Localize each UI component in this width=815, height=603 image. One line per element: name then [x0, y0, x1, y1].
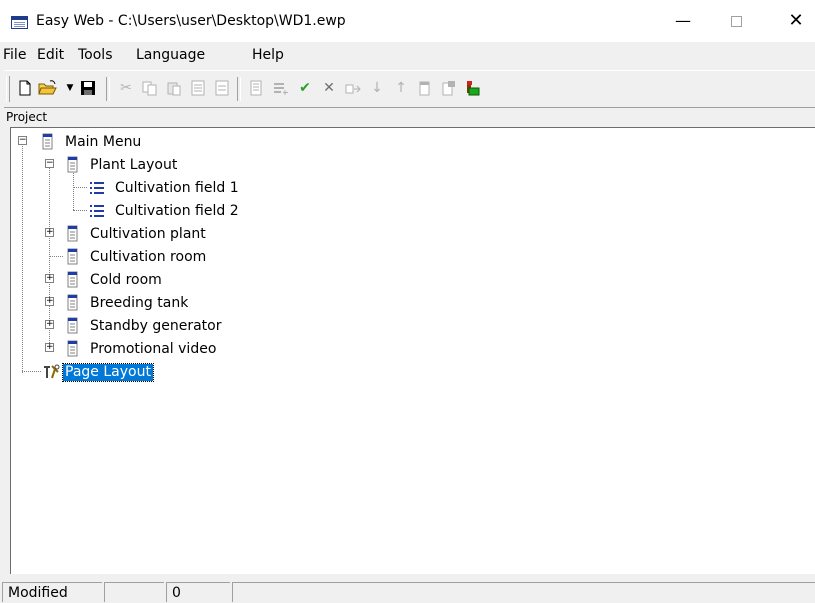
list-add-icon [274, 83, 288, 95]
remove-menu-button[interactable] [440, 79, 458, 97]
project-tree[interactable]: − Main Menu − Plant Layout Cultivation f… [10, 127, 815, 574]
toolbar-grip[interactable] [6, 76, 10, 102]
tools-icon [44, 364, 60, 379]
menu-icon [67, 271, 78, 288]
toolbar-separator [106, 77, 110, 101]
close-button[interactable]: ✕ [773, 0, 815, 42]
menu-help[interactable]: Help [252, 47, 284, 63]
properties-icon [250, 80, 262, 96]
tree-item-promotional-video[interactable]: + Promotional video [11, 339, 311, 359]
cut-button[interactable]: ✂ [117, 79, 135, 97]
maximize-button[interactable] [713, 0, 759, 42]
move-down-button[interactable]: ↓ [368, 79, 386, 97]
tree-item-cultivation-field-2[interactable]: Cultivation field 2 [11, 201, 311, 221]
tree-label: Standby generator [90, 318, 222, 334]
list-icon [90, 182, 104, 194]
menu-bar: File Edit Tools Language Help [0, 42, 815, 68]
properties-button[interactable] [248, 79, 266, 97]
open-folder-icon [38, 80, 57, 95]
page-color-button[interactable] [464, 79, 482, 97]
tree-item-main-menu[interactable]: − Main Menu [11, 132, 311, 152]
expander[interactable]: + [45, 320, 54, 329]
tree-label: Page Layout [62, 363, 154, 382]
tree-label: Cold room [90, 272, 162, 288]
paste-button[interactable] [165, 79, 183, 97]
tree-label: Promotional video [90, 341, 217, 357]
toolbar-separator [237, 77, 241, 101]
tree-label: Cultivation room [90, 249, 207, 265]
open-dropdown-button[interactable]: ▼ [61, 79, 79, 97]
tree-item-standby-generator[interactable]: + Standby generator [11, 316, 311, 336]
insert-page-button[interactable] [189, 79, 207, 97]
paste-icon [167, 82, 181, 96]
add-menu-icon [419, 81, 430, 96]
title-bar: Easy Web - C:\Users\user\Desktop\WD1.ewp… [0, 0, 815, 42]
tree-item-cold-room[interactable]: + Cold room [11, 270, 311, 290]
list-icon [90, 205, 104, 217]
menu-icon [67, 248, 78, 265]
check-button[interactable]: ✔ [296, 79, 314, 97]
app-icon [11, 16, 28, 29]
status-message [232, 582, 815, 602]
menu-icon [67, 225, 78, 242]
expander[interactable]: + [45, 274, 54, 283]
menu-language[interactable]: Language [136, 47, 205, 63]
tree-label: Cultivation field 1 [115, 180, 239, 196]
copy-button[interactable] [141, 79, 159, 97]
delete-page-icon [215, 80, 229, 96]
menu-icon [42, 133, 53, 150]
new-button[interactable] [16, 79, 34, 97]
tree-item-breeding-tank[interactable]: + Breeding tank [11, 293, 311, 313]
menu-file[interactable]: File [3, 47, 26, 63]
expander[interactable]: − [45, 159, 54, 168]
menu-tools[interactable]: Tools [78, 47, 113, 63]
cancel-button[interactable]: ✕ [320, 79, 338, 97]
maximize-icon [730, 16, 742, 27]
move-icon [345, 84, 361, 94]
move-button[interactable] [344, 79, 362, 97]
open-button[interactable] [38, 79, 57, 97]
tree-label: Plant Layout [90, 157, 178, 173]
menu-icon [67, 340, 78, 357]
expander[interactable]: + [45, 297, 54, 306]
tree-label: Cultivation plant [90, 226, 206, 242]
expander[interactable]: + [45, 228, 54, 237]
delete-page-button[interactable] [213, 79, 231, 97]
page-color-icon [467, 81, 480, 96]
save-icon [81, 81, 95, 95]
menu-icon [67, 156, 78, 173]
tree-item-page-layout[interactable]: Page Layout [11, 362, 311, 382]
project-label: Project [6, 110, 48, 124]
status-state: Modified [2, 582, 102, 602]
new-icon [19, 80, 31, 96]
status-panel [104, 582, 164, 602]
toolbar: ▼ ✂ ✔ ✕ ↓ ↑ [4, 70, 815, 108]
tree-item-cultivation-field-1[interactable]: Cultivation field 1 [11, 178, 311, 198]
window-title: Easy Web - C:\Users\user\Desktop\WD1.ewp [36, 13, 346, 29]
insert-page-icon [191, 80, 205, 96]
expander[interactable]: + [45, 343, 54, 352]
remove-menu-icon [442, 81, 455, 96]
tree-label: Main Menu [65, 134, 142, 150]
tree-label: Cultivation field 2 [115, 203, 239, 219]
expander[interactable]: − [18, 136, 27, 145]
menu-icon [67, 294, 78, 311]
tree-item-cultivation-plant[interactable]: + Cultivation plant [11, 224, 311, 244]
tree-item-plant-layout[interactable]: − Plant Layout [11, 155, 311, 175]
menu-icon [67, 317, 78, 334]
minimize-button[interactable]: — [660, 0, 706, 42]
save-button[interactable] [79, 79, 97, 97]
tree-item-cultivation-room[interactable]: Cultivation room [11, 247, 311, 267]
status-bar: Modified 0 [0, 578, 815, 602]
menu-edit[interactable]: Edit [37, 47, 64, 63]
add-menu-button[interactable] [416, 79, 434, 97]
tree-label: Breeding tank [90, 295, 189, 311]
copy-icon [142, 81, 157, 96]
status-count: 0 [166, 582, 230, 602]
list-add-button[interactable] [272, 79, 290, 97]
move-up-button[interactable]: ↑ [392, 79, 410, 97]
